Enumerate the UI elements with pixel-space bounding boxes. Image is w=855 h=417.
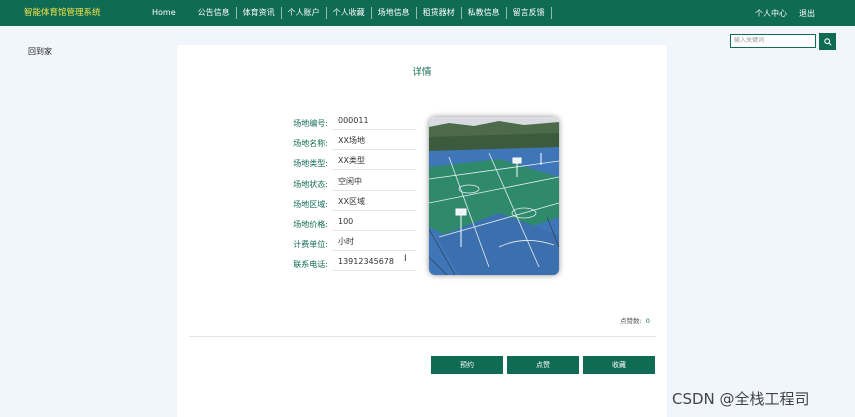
user-links: 个人中心 退出 <box>755 0 815 26</box>
main-nav: Home 公告信息 体育资讯 个人账户 个人收藏 场地信息 租赁器材 私教信息 … <box>146 0 564 26</box>
field-label: 联系电话: <box>293 260 328 269</box>
divider <box>189 336 656 337</box>
field-venue-status: 场地状态: 空闲中 <box>276 175 417 195</box>
field-venue-name: 场地名称: XX场地 <box>276 134 417 154</box>
field-label: 场地状态: <box>293 180 328 189</box>
field-billing-unit: 计费单位: 小时 <box>276 235 417 255</box>
nav-personal-favorites[interactable]: 个人收藏 <box>325 7 371 19</box>
field-label: 场地名称: <box>293 139 328 148</box>
venue-photo <box>429 117 559 275</box>
field-value: XX区域 <box>332 195 416 211</box>
top-nav-bar: 智能体育馆管理系统 Home 公告信息 体育资讯 个人账户 个人收藏 场地信息 … <box>0 0 855 26</box>
basketball-court-image <box>429 117 559 275</box>
field-venue-number: 场地编号: 000011 <box>276 114 417 134</box>
watermark: CSDN @全栈工程司 <box>672 390 810 408</box>
detail-panel: 详情 场地编号: 000011 场地名称: XX场地 场地类型: XX类型 场地… <box>177 45 667 417</box>
field-venue-price: 场地价格: 100 <box>276 215 417 235</box>
nav-venue-info[interactable]: 场地信息 <box>370 7 416 19</box>
field-value: 小时 <box>332 235 416 251</box>
book-button[interactable]: 预约 <box>431 356 503 374</box>
nav-equipment-rental[interactable]: 租赁器材 <box>415 7 461 19</box>
page-title: 详情 <box>412 67 432 78</box>
nav-personal-account[interactable]: 个人账户 <box>280 7 326 19</box>
nav-private-coach[interactable]: 私教信息 <box>460 7 506 19</box>
field-label: 计费单位: <box>293 240 328 249</box>
field-label: 场地类型: <box>293 159 328 168</box>
favorite-button[interactable]: 收藏 <box>583 356 655 374</box>
nav-end-divider <box>550 7 564 19</box>
field-value: XX场地 <box>332 134 416 150</box>
nav-announcements[interactable]: 公告信息 <box>192 7 236 19</box>
search-icon <box>823 37 832 46</box>
field-value: 100 <box>332 215 416 231</box>
site-brand[interactable]: 智能体育馆管理系统 <box>24 0 101 26</box>
search-input[interactable]: 输入关键词 <box>730 34 816 48</box>
text-cursor-icon: I <box>404 254 407 264</box>
search-button[interactable] <box>819 33 836 50</box>
field-venue-area: 场地区域: XX区域 <box>276 195 417 215</box>
field-contact-phone: 联系电话: 13912345678 <box>276 255 417 275</box>
field-value: XX类型 <box>332 154 416 170</box>
nav-feedback[interactable]: 留言反馈 <box>505 7 551 19</box>
logout-link[interactable]: 退出 <box>799 8 815 19</box>
like-count-label: 点赞数: <box>620 317 642 325</box>
field-value: 000011 <box>332 114 416 130</box>
field-label: 场地价格: <box>293 220 328 229</box>
nav-sports-news[interactable]: 体育资讯 <box>235 7 281 19</box>
user-center-link[interactable]: 个人中心 <box>755 8 787 19</box>
field-venue-type: 场地类型: XX类型 <box>276 154 417 174</box>
nav-home[interactable]: Home <box>146 7 192 19</box>
back-link[interactable]: 回到家 <box>28 46 52 57</box>
field-value: 空闲中 <box>332 175 416 191</box>
field-label: 场地区域: <box>293 200 328 209</box>
field-label: 场地编号: <box>293 119 328 128</box>
like-button[interactable]: 点赞 <box>507 356 579 374</box>
like-count-value: 0 <box>645 317 650 325</box>
like-count: 点赞数: 0 <box>620 315 650 325</box>
